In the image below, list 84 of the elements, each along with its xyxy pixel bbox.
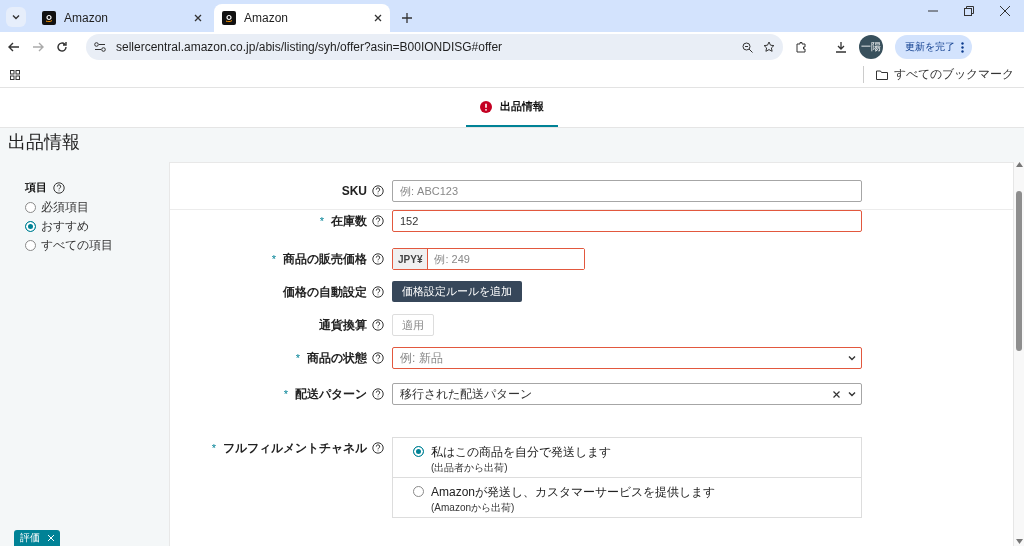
field-label: 価格の自動設定 [283, 283, 367, 301]
chevron-down-icon[interactable] [847, 389, 857, 399]
option-title: Amazonが発送し、カスタマーサービスを提供します [431, 484, 716, 501]
chevron-down-icon[interactable] [11, 12, 21, 22]
url-text: sellercentral.amazon.co.jp/abis/listing/syh/offer?asin=B00IONDISG#offer [116, 40, 504, 54]
clear-icon[interactable] [832, 389, 841, 399]
select-value: 移行された配送パターン [400, 385, 533, 403]
field-label: 在庫数 [331, 212, 367, 230]
apps-icon[interactable] [10, 69, 20, 80]
price-field[interactable]: JPY¥ 例: 249 [392, 248, 585, 270]
required-mark: * [283, 388, 288, 400]
option-title: 私はこの商品を自分で発送します [431, 444, 611, 461]
option-note: (出品者から出荷) [431, 461, 509, 475]
currency-label: JPY¥ [393, 249, 429, 269]
radio-button[interactable] [413, 486, 424, 497]
field-label: 通貨換算 [319, 316, 367, 334]
text-field[interactable]: 152 [392, 210, 862, 232]
more-icon[interactable] [961, 41, 964, 53]
add-rule-button[interactable]: 価格設定ルールを追加 [392, 281, 522, 302]
select-field[interactable]: 移行された配送パターン [392, 383, 862, 405]
help-icon[interactable] [372, 442, 384, 454]
back-icon[interactable] [8, 41, 20, 53]
field-label: 配送パターン [295, 385, 367, 403]
chevron-down-icon[interactable] [847, 353, 857, 363]
update-button[interactable]: 更新を完了 [895, 35, 972, 59]
required-mark: * [295, 352, 300, 364]
option-note: (Amazonから出荷) [431, 501, 516, 515]
help-icon[interactable] [372, 185, 384, 197]
field-label: 商品の状態 [307, 349, 367, 367]
apply-button[interactable]: 適用 [392, 314, 434, 336]
help-icon[interactable] [53, 181, 65, 194]
radio-button[interactable] [25, 202, 36, 213]
field-label: SKU [341, 184, 367, 198]
new-tab-icon[interactable] [402, 13, 412, 23]
help-icon[interactable] [372, 286, 384, 298]
fulfillment-option[interactable]: 私はこの商品を自分で発送します (出品者から出荷) [393, 438, 861, 477]
radio-button[interactable] [413, 446, 424, 457]
close-icon[interactable] [1000, 6, 1010, 16]
help-icon[interactable] [372, 352, 384, 364]
bookmarks-link[interactable]: すべてのブックマーク [863, 66, 1014, 83]
tab-title: Amazon [244, 11, 290, 25]
section-tab[interactable]: 出品情報 [466, 88, 558, 127]
zoom-icon[interactable] [742, 41, 753, 53]
field-label: フルフィルメントチャネル [223, 439, 367, 457]
help-icon[interactable] [372, 253, 384, 265]
help-icon[interactable] [372, 319, 384, 331]
browser-tab[interactable]: Amazon [34, 4, 210, 32]
select-placeholder: 例: 新品 [400, 349, 444, 367]
help-icon[interactable] [372, 215, 384, 227]
tab-title: Amazon [64, 11, 110, 25]
site-settings-icon[interactable] [94, 42, 106, 52]
star-icon[interactable] [763, 41, 775, 53]
radio-button[interactable] [25, 240, 36, 251]
scroll-up-icon[interactable] [1015, 162, 1023, 167]
profile-avatar[interactable]: 一陽 [859, 35, 883, 59]
required-mark: * [319, 215, 324, 227]
favicon-icon [42, 11, 56, 25]
address-bar[interactable]: sellercentral.amazon.co.jp/abis/listing/syh/offer?asin=B00IONDISG#offer [86, 34, 783, 60]
required-mark: * [271, 253, 276, 265]
field-label: 商品の販売価格 [283, 250, 367, 268]
extensions-icon[interactable] [795, 41, 807, 53]
filter-label: 項目 [25, 180, 47, 195]
reload-icon[interactable] [56, 41, 68, 53]
filter-option[interactable]: おすすめ [25, 218, 169, 235]
text-field[interactable]: 例: ABC123 [392, 180, 862, 202]
radio-button[interactable] [25, 221, 36, 232]
select-field[interactable]: 例: 新品 [392, 347, 862, 369]
favicon-icon [222, 11, 236, 25]
help-icon[interactable] [372, 388, 384, 400]
page-heading: 出品情報 [7, 131, 81, 154]
fulfillment-option[interactable]: Amazonが発送し、カスタマーサービスを提供します (Amazonから出荷) [393, 477, 861, 517]
close-icon[interactable] [194, 14, 202, 22]
scrollbar-thumb[interactable] [1016, 191, 1022, 351]
folder-icon [876, 69, 888, 80]
download-icon[interactable] [835, 41, 847, 53]
filter-option[interactable]: 必須項目 [25, 199, 169, 216]
feedback-tab[interactable]: 評価 [14, 530, 60, 546]
browser-tab[interactable]: Amazon [214, 4, 390, 32]
filter-option[interactable]: すべての項目 [25, 237, 169, 254]
close-icon[interactable] [374, 14, 382, 22]
scroll-down-icon[interactable] [1015, 539, 1023, 544]
tab-list-button[interactable] [6, 7, 26, 27]
required-mark: * [211, 442, 216, 454]
restore-icon[interactable] [964, 6, 974, 16]
